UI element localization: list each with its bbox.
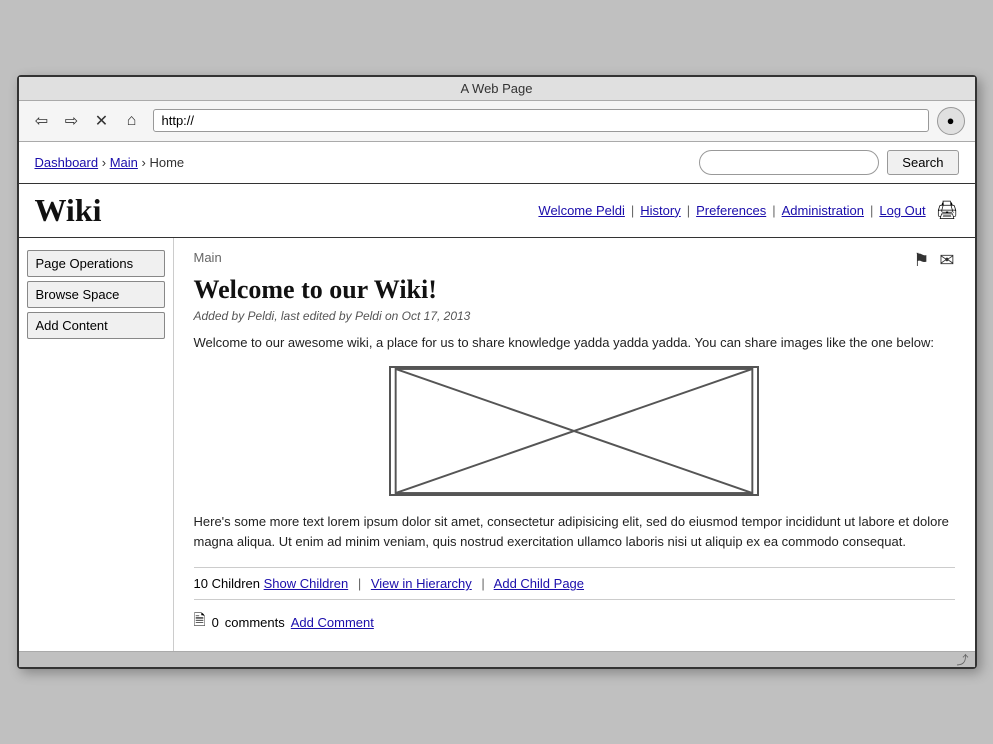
sidebar: Page Operations Browse Space Add Content xyxy=(19,238,174,652)
search-area: Search xyxy=(699,150,958,175)
wiki-header: Wiki Welcome Peldi | History | Preferenc… xyxy=(19,184,975,238)
resize-handle: ⤴ xyxy=(956,651,968,668)
comment-count: 0 xyxy=(212,615,219,630)
comments-section: 🗎 0 comments Add Comment xyxy=(194,599,955,639)
image-placeholder xyxy=(389,366,759,496)
back-button[interactable]: ⇦ xyxy=(29,108,55,134)
children-label: Children xyxy=(212,576,260,591)
print-icon[interactable]: 🖨 xyxy=(936,200,959,221)
more-text: Here's some more text lorem ipsum dolor … xyxy=(194,512,955,551)
breadcrumb-home: Home xyxy=(149,155,184,170)
nav-buttons: ⇦ ⇨ ✕ ⌂ xyxy=(29,108,145,134)
add-content-button[interactable]: Add Content xyxy=(27,312,165,339)
page-content: Dashboard › Main › Home Search Wiki Welc… xyxy=(19,142,975,652)
nav-administration[interactable]: Administration xyxy=(782,203,864,218)
comment-icon: 🗎 xyxy=(194,610,206,635)
nav-preferences[interactable]: Preferences xyxy=(696,203,766,218)
breadcrumb-sep-1: › xyxy=(102,155,110,170)
stop-button[interactable]: ✕ xyxy=(89,108,115,134)
content-area: Main ⚑ ✉ Welcome to our Wiki! Added by P… xyxy=(174,238,975,652)
section-label: Main xyxy=(194,250,222,265)
children-sep-2: | xyxy=(481,576,484,591)
nav-sep-2: | xyxy=(687,203,690,218)
browser-window: A Web Page ⇦ ⇨ ✕ ⌂ ● Dashboard › Main › … xyxy=(17,75,977,670)
breadcrumb: Dashboard › Main › Home xyxy=(35,155,185,170)
nav-history[interactable]: History xyxy=(640,203,680,218)
wiki-nav: Welcome Peldi | History | Preferences | … xyxy=(538,200,958,221)
breadcrumb-main[interactable]: Main xyxy=(110,155,138,170)
search-input[interactable] xyxy=(699,150,879,175)
content-actions: ⚑ ✉ xyxy=(913,250,954,271)
nav-sep-3: | xyxy=(772,203,775,218)
view-hierarchy-link[interactable]: View in Hierarchy xyxy=(371,576,472,591)
bottom-bar: ⤴ xyxy=(19,651,975,667)
url-input[interactable] xyxy=(153,109,929,132)
home-button[interactable]: ⌂ xyxy=(119,108,145,134)
show-children-link[interactable]: Show Children xyxy=(264,576,349,591)
title-bar: A Web Page xyxy=(19,77,975,101)
page-meta: Added by Peldi, last edited by Peldi on … xyxy=(194,309,955,323)
page-operations-button[interactable]: Page Operations xyxy=(27,250,165,277)
children-sep-1: | xyxy=(358,576,361,591)
nav-sep-1: | xyxy=(631,203,634,218)
comments-label: comments xyxy=(225,615,285,630)
nav-logout[interactable]: Log Out xyxy=(879,203,925,218)
go-button[interactable]: ● xyxy=(937,107,965,135)
mail-icon[interactable]: ✉ xyxy=(939,250,954,271)
flag-icon[interactable]: ⚑ xyxy=(913,250,929,271)
page-title-bar: A Web Page xyxy=(460,81,532,96)
content-page-title: Welcome to our Wiki! xyxy=(194,275,955,305)
browse-space-button[interactable]: Browse Space xyxy=(27,281,165,308)
children-section: 10 Children Show Children | View in Hier… xyxy=(194,567,955,599)
search-button[interactable]: Search xyxy=(887,150,958,175)
children-count: 10 xyxy=(194,576,208,591)
add-child-page-link[interactable]: Add Child Page xyxy=(494,576,584,591)
wiki-title: Wiki xyxy=(35,192,102,229)
intro-text: Welcome to our awesome wiki, a place for… xyxy=(194,333,955,353)
nav-sep-4: | xyxy=(870,203,873,218)
breadcrumb-bar: Dashboard › Main › Home Search xyxy=(19,142,975,184)
add-comment-link[interactable]: Add Comment xyxy=(291,615,374,630)
nav-welcome[interactable]: Welcome Peldi xyxy=(538,203,624,218)
address-bar: ⇦ ⇨ ✕ ⌂ ● xyxy=(19,101,975,142)
main-layout: Page Operations Browse Space Add Content… xyxy=(19,238,975,652)
forward-button[interactable]: ⇨ xyxy=(59,108,85,134)
placeholder-svg xyxy=(391,368,757,494)
breadcrumb-dashboard[interactable]: Dashboard xyxy=(35,155,99,170)
